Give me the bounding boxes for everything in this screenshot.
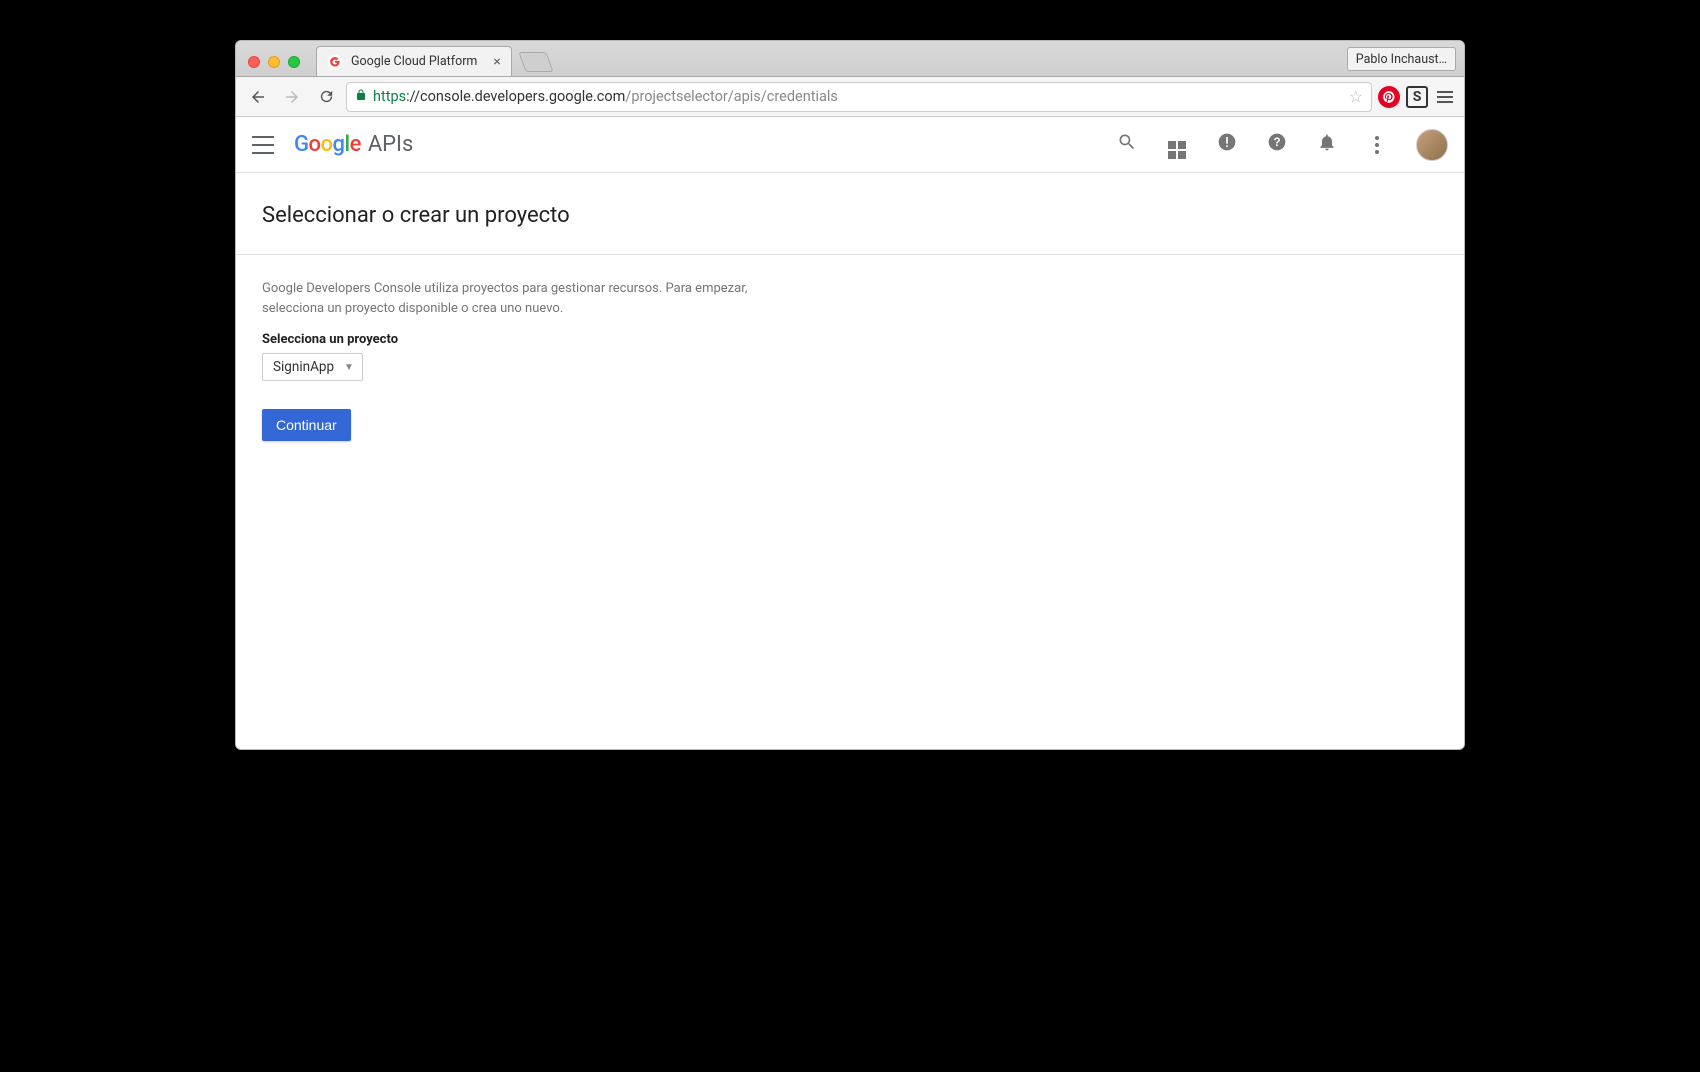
project-field-label: Selecciona un proyecto: [262, 332, 1438, 347]
main-content: Seleccionar o crear un proyecto Google D…: [236, 173, 1464, 461]
extension-s-icon[interactable]: S: [1406, 86, 1428, 108]
bell-icon[interactable]: [1316, 132, 1338, 157]
apis-label: APIs: [368, 132, 414, 157]
browser-tab[interactable]: Google Cloud Platform ×: [316, 46, 512, 76]
svg-text:?: ?: [1273, 136, 1280, 149]
url-text: https://console.developers.google.com/pr…: [373, 88, 838, 105]
reload-button[interactable]: [312, 83, 340, 111]
window-controls: [244, 56, 308, 76]
bookmark-star-icon[interactable]: ☆: [1349, 87, 1363, 106]
help-icon[interactable]: ?: [1266, 132, 1288, 157]
chevron-down-icon: ▼: [344, 362, 354, 373]
window-maximize-icon[interactable]: [288, 56, 300, 68]
back-button[interactable]: [244, 83, 272, 111]
address-bar[interactable]: https://console.developers.google.com/pr…: [346, 82, 1372, 112]
new-tab-button[interactable]: [518, 52, 553, 72]
project-select[interactable]: SigninApp ▼: [262, 353, 363, 381]
url-scheme: https: [373, 88, 406, 105]
google-apis-logo[interactable]: Google APIs: [294, 132, 413, 157]
browser-toolbar: https://console.developers.google.com/pr…: [236, 77, 1464, 117]
lock-icon: [355, 88, 367, 106]
pinterest-extension-icon[interactable]: [1378, 86, 1400, 108]
avatar[interactable]: [1416, 129, 1448, 161]
search-icon[interactable]: [1116, 132, 1138, 157]
browser-menu-icon[interactable]: [1434, 91, 1456, 103]
page-description: Google Developers Console utiliza proyec…: [262, 279, 782, 318]
page-title: Seleccionar o crear un proyecto: [262, 203, 1438, 228]
tab-close-icon[interactable]: ×: [493, 54, 500, 70]
divider: [236, 254, 1464, 255]
gcp-header-right: ?: [1116, 129, 1448, 161]
browser-tab-strip: Google Cloud Platform × Pablo Inchaust…: [236, 41, 1464, 77]
forward-button[interactable]: [278, 83, 306, 111]
project-select-value: SigninApp: [273, 359, 334, 375]
url-path: /projectselector/apis/credentials: [625, 88, 838, 105]
google-logo-icon: Google: [294, 132, 366, 157]
window-close-icon[interactable]: [248, 56, 260, 68]
gcp-header: Google APIs ?: [236, 117, 1464, 173]
window-minimize-icon[interactable]: [268, 56, 280, 68]
continue-button[interactable]: Continuar: [262, 409, 351, 441]
alert-icon[interactable]: [1216, 132, 1238, 157]
browser-window: Google Cloud Platform × Pablo Inchaust… …: [235, 40, 1465, 750]
gift-icon[interactable]: [1166, 130, 1188, 159]
more-options-icon[interactable]: [1366, 136, 1388, 154]
tab-favicon-icon: [327, 54, 343, 70]
page-content: Google APIs ?: [236, 117, 1464, 749]
tab-title: Google Cloud Platform: [351, 54, 477, 69]
hamburger-menu-icon[interactable]: [252, 136, 274, 154]
url-host: ://console.developers.google.com: [406, 88, 625, 105]
browser-profile-chip[interactable]: Pablo Inchaust…: [1347, 47, 1456, 71]
profile-name: Pablo Inchaust…: [1356, 52, 1447, 67]
